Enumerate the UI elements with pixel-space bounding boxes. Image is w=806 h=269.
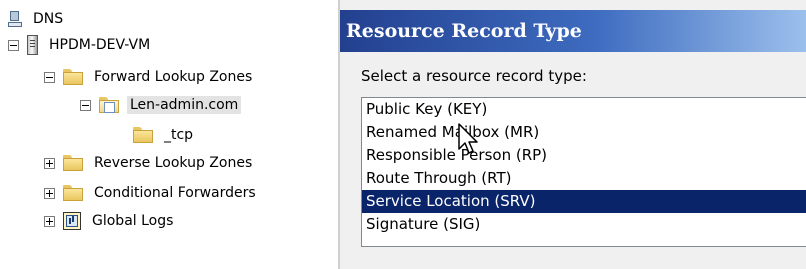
record-type-option[interactable]: Signature (SIG) [362,213,806,236]
collapse-icon[interactable] [80,99,91,111]
resource-record-type-dialog: Resource Record Type Select a resource r… [338,0,806,269]
folder-icon [63,69,83,85]
record-type-option[interactable]: Public Key (KEY) [362,98,806,121]
tree-node-zone[interactable]: Len-admin.com [80,94,242,116]
tree-label-forward-lookup-zones: Forward Lookup Zones [94,69,253,85]
tree-node-server[interactable]: HPDM-DEV-VM [8,34,153,56]
tree-label-server: HPDM-DEV-VM [49,37,151,53]
collapse-icon[interactable] [44,71,55,83]
tree-label-zone: Len-admin.com [127,96,242,114]
tree-node-global-logs[interactable]: Global Logs [44,210,176,232]
tree-node-tcp[interactable]: _tcp [133,124,196,146]
folder-icon [63,185,83,201]
record-type-option[interactable]: Route Through (RT) [362,167,806,190]
dns-icon [8,10,22,28]
tree-label-dns: DNS [33,11,64,27]
expand-icon[interactable] [44,157,55,169]
folder-icon [133,127,153,143]
record-type-option-selected[interactable]: Service Location (SRV) [362,190,806,213]
tree-node-dns[interactable]: DNS [8,8,66,30]
record-type-prompt: Select a resource record type: [361,67,587,85]
tree-node-conditional-forwarders[interactable]: Conditional Forwarders [44,182,259,204]
tree-node-reverse-lookup-zones[interactable]: Reverse Lookup Zones [44,152,255,174]
zone-icon [99,97,119,113]
tree-label-global-logs: Global Logs [92,213,174,229]
expand-icon[interactable] [44,215,55,227]
tree-label-reverse-lookup-zones: Reverse Lookup Zones [94,155,253,171]
record-type-listbox[interactable]: Public Key (KEY) Renamed Mailbox (MR) Re… [361,97,806,247]
tree-label-tcp: _tcp [164,127,194,143]
expand-icon[interactable] [44,187,55,199]
dns-tree-pane: DNS HPDM-DEV-VM Forward Lookup Zones Len… [0,0,330,269]
mouse-pointer-icon [458,123,478,154]
server-icon [27,35,38,55]
collapse-icon[interactable] [8,39,19,51]
tree-node-forward-lookup-zones[interactable]: Forward Lookup Zones [44,66,255,88]
record-type-option[interactable]: Renamed Mailbox (MR) [362,121,806,144]
record-type-option[interactable]: Responsible Person (RP) [362,144,806,167]
log-icon [63,212,81,230]
folder-icon [63,155,83,171]
dialog-title: Resource Record Type [340,10,806,52]
tree-label-conditional-forwarders: Conditional Forwarders [94,185,256,201]
